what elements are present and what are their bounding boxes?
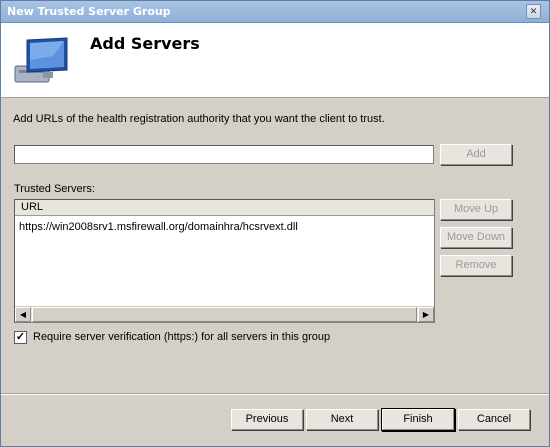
trusted-server-group-dialog: New Trusted Server Group ✕ Add Servers A… bbox=[0, 0, 550, 447]
instructions-text: Add URLs of the health registration auth… bbox=[13, 113, 385, 125]
scroll-right-button[interactable]: ▶ bbox=[418, 307, 434, 322]
arrow-left-icon: ◀ bbox=[19, 310, 27, 319]
url-input[interactable] bbox=[15, 146, 433, 163]
next-button[interactable]: Next bbox=[306, 409, 378, 430]
require-verification-checkbox[interactable]: ✓ bbox=[14, 331, 27, 344]
remove-button[interactable]: Remove bbox=[440, 255, 512, 276]
cancel-button[interactable]: Cancel bbox=[458, 409, 530, 430]
trusted-servers-label: Trusted Servers: bbox=[14, 183, 95, 195]
horizontal-scrollbar[interactable]: ◀ ▶ bbox=[15, 306, 434, 322]
footer-divider bbox=[1, 393, 549, 395]
previous-button[interactable]: Previous bbox=[231, 409, 303, 430]
scroll-left-button[interactable]: ◀ bbox=[15, 307, 31, 322]
url-input-box bbox=[14, 145, 434, 164]
require-verification-label[interactable]: Require server verification (https:) for… bbox=[33, 331, 330, 343]
wizard-header: Add Servers bbox=[1, 23, 549, 98]
computer-icon bbox=[14, 37, 68, 83]
column-header-url[interactable]: URL bbox=[15, 200, 434, 216]
move-up-button[interactable]: Move Up bbox=[440, 199, 512, 220]
list-item[interactable]: https://win2008srv1.msfirewall.org/domai… bbox=[19, 221, 298, 233]
arrow-right-icon: ▶ bbox=[422, 310, 430, 319]
close-button[interactable]: ✕ bbox=[526, 4, 541, 19]
scrollbar-thumb[interactable] bbox=[32, 307, 417, 322]
add-button[interactable]: Add bbox=[440, 144, 512, 165]
move-down-button[interactable]: Move Down bbox=[440, 227, 512, 248]
checkmark-icon: ✓ bbox=[15, 331, 26, 343]
finish-button[interactable]: Finish bbox=[382, 409, 454, 430]
trusted-servers-list[interactable]: URL https://win2008srv1.msfirewall.org/d… bbox=[14, 199, 435, 323]
close-icon: ✕ bbox=[529, 6, 538, 16]
page-heading: Add Servers bbox=[90, 34, 200, 53]
window-title: New Trusted Server Group bbox=[7, 5, 171, 18]
title-bar[interactable]: New Trusted Server Group ✕ bbox=[1, 1, 549, 23]
